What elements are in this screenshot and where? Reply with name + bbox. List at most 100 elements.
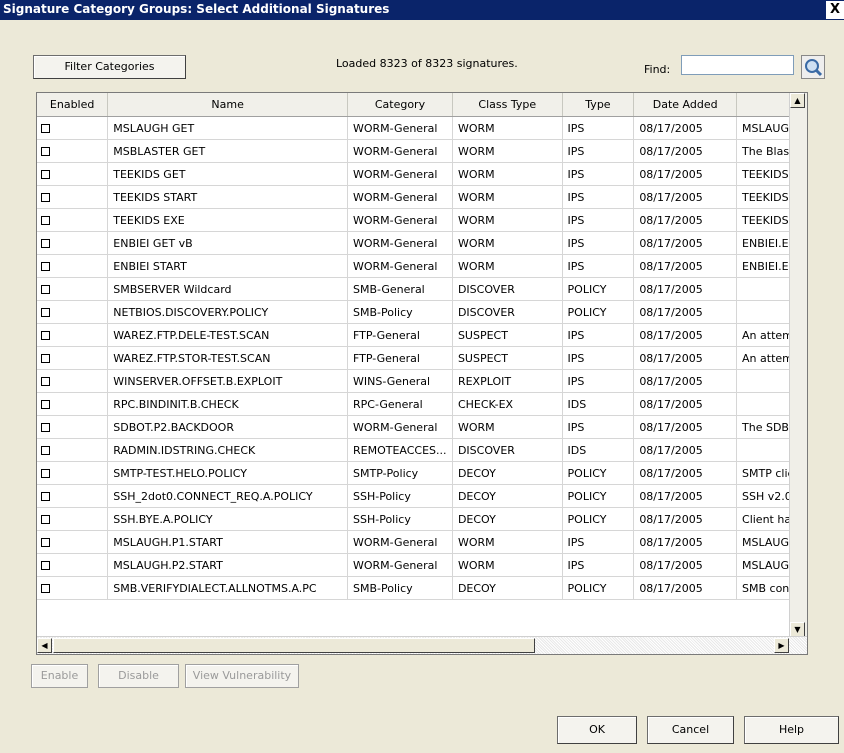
table-row[interactable]: SSH.BYE.A.POLICY SSH-Policy DECOY POLICY 08/… — [37, 507, 807, 531]
table-row[interactable]: NETBIOS.DISCOVERY.POLICY SMB-Policy DISCOV… — [37, 300, 807, 324]
table-row[interactable]: WINSERVER.OFFSET.B.EXPLOIT WINS-General RE… — [37, 369, 807, 393]
close-icon[interactable]: X — [826, 1, 844, 19]
enabled-checkbox[interactable] — [41, 331, 50, 340]
cell-type: POLICY — [562, 300, 635, 324]
scroll-right-icon[interactable]: ▶ — [774, 638, 789, 653]
enabled-checkbox[interactable] — [41, 308, 50, 317]
table-row[interactable]: ENBIEI GET vB WORM-General WORM IPS 08/17/20… — [37, 231, 807, 255]
enabled-checkbox[interactable] — [41, 147, 50, 156]
enabled-checkbox[interactable] — [41, 423, 50, 432]
table-row[interactable]: SMB.VERIFYDIALECT.ALLNOTMS.A.PC SMB-Polic… — [37, 576, 807, 600]
table-row[interactable]: ENBIEI START WORM-General WORM IPS 08/17/200… — [37, 254, 807, 278]
column-header-class-type[interactable]: Class Type — [452, 93, 563, 117]
table-row[interactable]: MSLAUGH.P2.START WORM-General WORM IPS 08/17… — [37, 553, 807, 577]
column-header-enabled[interactable]: Enabled — [37, 93, 109, 117]
find-input[interactable] — [681, 55, 794, 75]
cell-enabled — [37, 484, 109, 508]
cell-date-added: 08/17/2005 — [633, 461, 738, 485]
cell-type: IPS — [562, 231, 635, 255]
enabled-checkbox[interactable] — [41, 239, 50, 248]
enabled-checkbox[interactable] — [41, 515, 50, 524]
enabled-checkbox[interactable] — [41, 354, 50, 363]
scroll-left-icon[interactable]: ◀ — [37, 638, 52, 653]
cell-name: SMTP-TEST.HELO.POLICY — [107, 461, 348, 485]
disable-button[interactable]: Disable — [98, 664, 179, 688]
table-row[interactable]: TEEKIDS START WORM-General WORM IPS 08/17/20… — [37, 185, 807, 209]
cancel-button[interactable]: Cancel — [647, 716, 734, 744]
enabled-checkbox[interactable] — [41, 377, 50, 386]
cell-date-added: 08/17/2005 — [633, 507, 738, 531]
table-row[interactable]: SDBOT.P2.BACKDOOR WORM-General WORM IPS 08/1… — [37, 415, 807, 439]
table-row[interactable]: MSLAUGH.P1.START WORM-General WORM IPS 08/17… — [37, 530, 807, 554]
cell-date-added: 08/17/2005 — [633, 116, 738, 140]
table-row[interactable]: WAREZ.FTP.STOR-TEST.SCAN FTP-General SUSPE… — [37, 346, 807, 370]
cell-date-added: 08/17/2005 — [633, 369, 738, 393]
cell-date-added: 08/17/2005 — [633, 576, 738, 600]
cell-date-added: 08/17/2005 — [633, 139, 738, 163]
table-row[interactable]: TEEKIDS GET WORM-General WORM IPS 08/17/2005… — [37, 162, 807, 186]
cell-name: SDBOT.P2.BACKDOOR — [107, 415, 348, 439]
enabled-checkbox[interactable] — [41, 285, 50, 294]
cell-type: IDS — [562, 392, 635, 416]
column-header-category[interactable]: Category — [347, 93, 453, 117]
cell-date-added: 08/17/2005 — [633, 392, 738, 416]
cell-class-type: DECOY — [452, 461, 563, 485]
vertical-scrollbar[interactable]: ▲ ▼ — [789, 93, 807, 637]
cell-class-type: WORM — [452, 415, 563, 439]
search-magnifier-icon[interactable] — [801, 55, 825, 79]
cell-class-type: WORM — [452, 208, 563, 232]
enabled-checkbox[interactable] — [41, 124, 50, 133]
table-row[interactable]: TEEKIDS EXE WORM-General WORM IPS 08/17/2005… — [37, 208, 807, 232]
cell-date-added: 08/17/2005 — [633, 254, 738, 278]
cell-class-type: DISCOVER — [452, 300, 563, 324]
cell-type: POLICY — [562, 507, 635, 531]
enabled-checkbox[interactable] — [41, 216, 50, 225]
enabled-checkbox[interactable] — [41, 492, 50, 501]
cell-name: TEEKIDS START — [107, 185, 348, 209]
enabled-checkbox[interactable] — [41, 170, 50, 179]
enabled-checkbox[interactable] — [41, 538, 50, 547]
cell-class-type: WORM — [452, 530, 563, 554]
scroll-down-icon[interactable]: ▼ — [790, 622, 805, 637]
enabled-checkbox[interactable] — [41, 561, 50, 570]
load-status: Loaded 8323 of 8323 signatures. — [336, 57, 518, 70]
table-row[interactable]: MSLAUGH GET WORM-General WORM IPS 08/17/2005… — [37, 116, 807, 140]
cell-category: SMB-General — [347, 277, 453, 301]
table-row[interactable]: SSH_2dot0.CONNECT_REQ.A.POLICY SSH-Policy… — [37, 484, 807, 508]
horizontal-scroll-thumb[interactable] — [53, 638, 535, 653]
column-header-type[interactable]: Type — [562, 93, 635, 117]
horizontal-scrollbar[interactable]: ◀ ▶ — [37, 636, 807, 654]
enabled-checkbox[interactable] — [41, 584, 50, 593]
table-row[interactable]: SMTP-TEST.HELO.POLICY SMTP-Policy DECOY POL… — [37, 461, 807, 485]
cell-class-type: WORM — [452, 185, 563, 209]
cell-enabled — [37, 576, 109, 600]
enabled-checkbox[interactable] — [41, 446, 50, 455]
table-row[interactable]: WAREZ.FTP.DELE-TEST.SCAN FTP-General SUSPE… — [37, 323, 807, 347]
help-button[interactable]: Help — [744, 716, 839, 744]
scroll-up-icon[interactable]: ▲ — [790, 93, 805, 108]
enabled-checkbox[interactable] — [41, 469, 50, 478]
table-row[interactable]: SMBSERVER Wildcard SMB-General DISCOVER POL… — [37, 277, 807, 301]
cell-class-type: WORM — [452, 254, 563, 278]
cell-date-added: 08/17/2005 — [633, 484, 738, 508]
column-header-name[interactable]: Name — [107, 93, 348, 117]
table-row[interactable]: RPC.BINDINIT.B.CHECK RPC-General CHECK-EX I… — [37, 392, 807, 416]
ok-button[interactable]: OK — [557, 716, 637, 744]
table-row[interactable]: RADMIN.IDSTRING.CHECK REMOTEACCES... DISCO… — [37, 438, 807, 462]
enabled-checkbox[interactable] — [41, 400, 50, 409]
enabled-checkbox[interactable] — [41, 193, 50, 202]
cell-type: IPS — [562, 553, 635, 577]
table-row[interactable]: MSBLASTER GET WORM-General WORM IPS 08/17/20… — [37, 139, 807, 163]
cell-category: WORM-General — [347, 553, 453, 577]
view-vulnerability-button[interactable]: View Vulnerability — [185, 664, 299, 688]
enable-button[interactable]: Enable — [31, 664, 88, 688]
cell-date-added: 08/17/2005 — [633, 323, 738, 347]
cell-type: POLICY — [562, 484, 635, 508]
cell-category: FTP-General — [347, 323, 453, 347]
filter-categories-button[interactable]: Filter Categories — [33, 55, 186, 79]
cell-name: TEEKIDS GET — [107, 162, 348, 186]
cell-category: WORM-General — [347, 185, 453, 209]
enabled-checkbox[interactable] — [41, 262, 50, 271]
column-header-date-added[interactable]: Date Added — [633, 93, 738, 117]
cell-name: MSLAUGH.P2.START — [107, 553, 348, 577]
